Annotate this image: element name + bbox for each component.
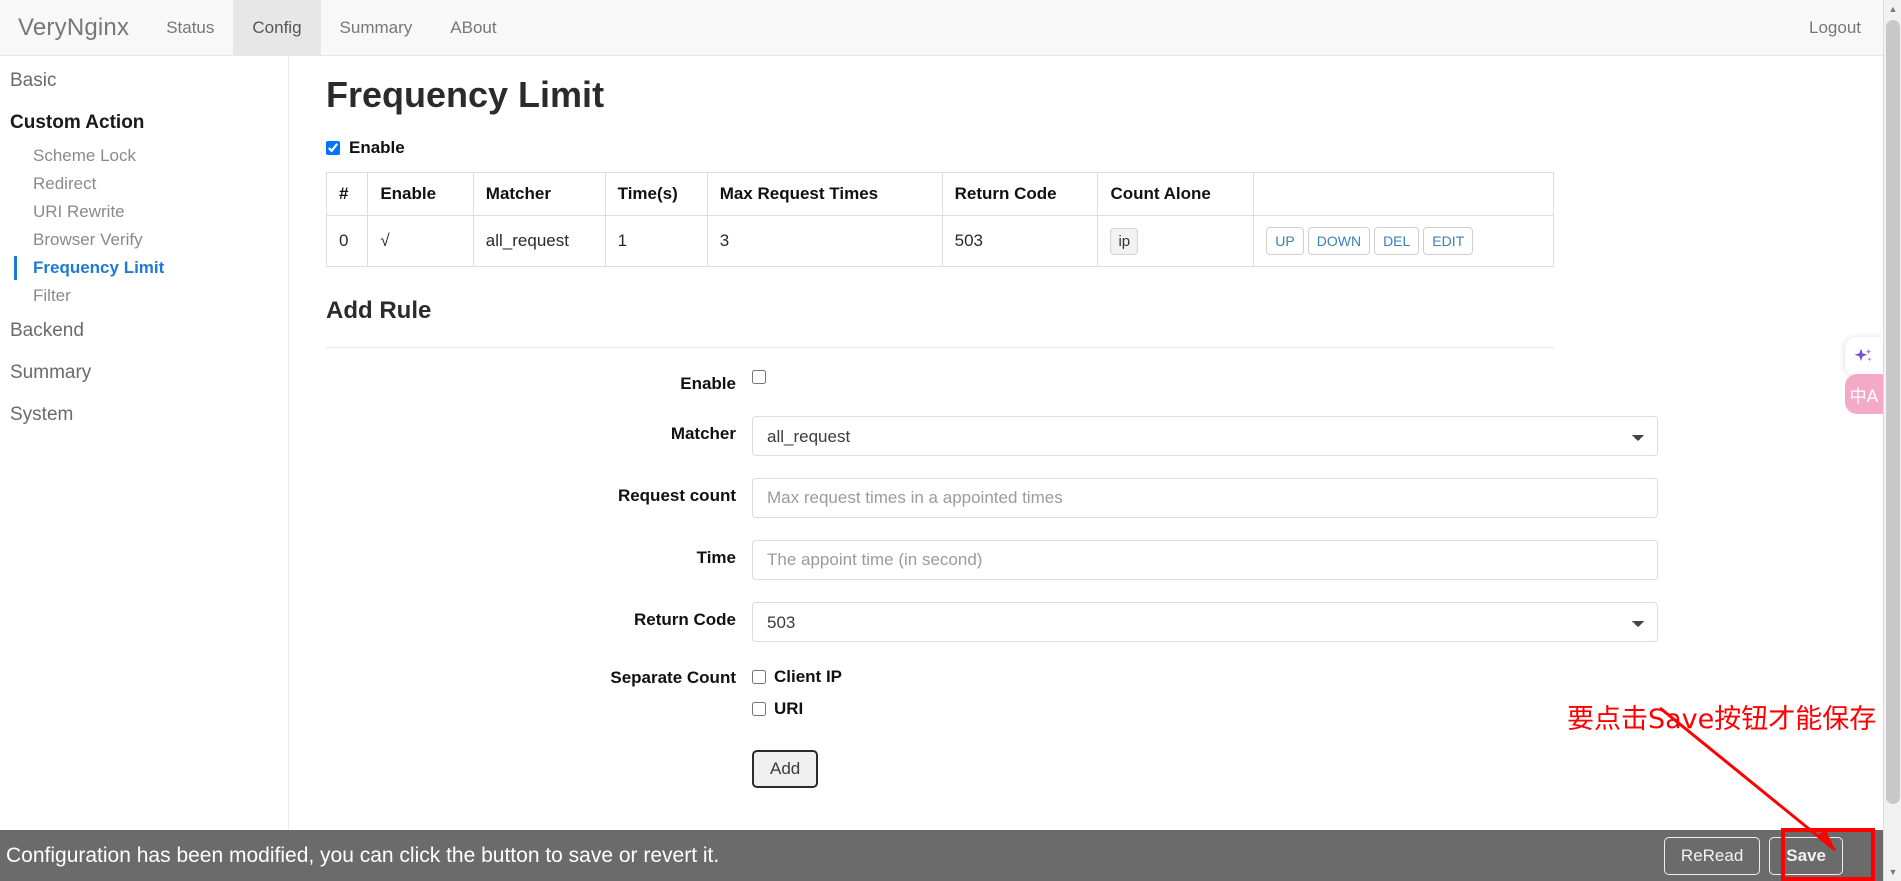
separate-count-client-ip-label: Client IP [774,667,843,686]
row-action-group: UP DOWN DEL EDIT [1266,227,1541,255]
sidebar-item-system[interactable]: System [0,394,288,436]
row-down-button[interactable]: DOWN [1307,227,1371,255]
sidebar-group-custom-action: Custom Action [10,112,145,133]
request-count-input[interactable] [752,478,1658,518]
label-matcher: Matcher [670,424,736,443]
sidebar: Basic Custom Action Scheme Lock Redirect… [0,56,289,881]
annotation-highlight-box [1781,828,1875,881]
floating-widgets: 中A [1845,337,1883,414]
form-row-request-count: Request count [290,478,1865,518]
th-return-code: Return Code [941,172,1099,216]
nav-item-status[interactable]: Status [147,0,233,55]
control-return-code: 503 [752,602,1658,642]
cell-matcher: all_request [472,215,606,267]
label-enable: Enable [680,374,736,393]
th-enable: Enable [367,172,474,216]
th-index: # [325,172,369,216]
table-header-row: # Enable Matcher Time(s) Max Request Tim… [325,172,1554,216]
cell-actions: UP DOWN DEL EDIT [1253,215,1554,267]
sidebar-item-scheme-lock[interactable]: Scheme Lock [0,142,288,170]
row-up-button[interactable]: UP [1266,227,1304,255]
ai-assistant-button[interactable] [1845,337,1883,377]
count-alone-ip-badge: ip [1110,227,1139,255]
table-row: 0 √ all_request 1 3 503 ip UP DOWN DEL E… [325,215,1554,267]
translate-button[interactable]: 中A [1845,374,1883,414]
form-row-matcher: Matcher all_request [290,416,1865,456]
time-input[interactable] [752,540,1658,580]
cell-return-code: 503 [941,215,1099,267]
control-time [752,540,1658,580]
rules-table-body: 0 √ all_request 1 3 503 ip UP DOWN DEL E… [325,215,1554,267]
sidebar-item-redirect[interactable]: Redirect [0,170,288,198]
page-scrollbar[interactable]: ▲ ▼ [1883,0,1901,881]
label-request-count: Request count [617,486,736,505]
matcher-select[interactable]: all_request [752,416,1658,456]
sidebar-item-frequency-limit[interactable]: Frequency Limit [0,254,288,282]
label-add-spacer [290,750,752,758]
sidebar-item-summary[interactable]: Summary [0,352,288,394]
brand-logo[interactable]: VeryNginx [0,0,147,55]
sidebar-item-basic[interactable]: Basic [0,60,288,102]
th-actions [1253,172,1554,216]
row-edit-button[interactable]: EDIT [1423,227,1474,255]
module-enable-label: Enable [349,138,405,157]
cell-time: 1 [604,215,708,267]
add-rule-title: Add Rule [326,297,432,324]
separate-count-uri-label: URI [774,699,804,718]
rules-table: # Enable Matcher Time(s) Max Request Tim… [325,172,1554,267]
scrollbar-thumb[interactable] [1886,20,1900,804]
return-code-select[interactable]: 503 [752,602,1658,642]
separate-count-client-ip-row: Client IP [752,664,1658,690]
scroll-down-arrow-icon[interactable]: ▼ [1884,863,1901,881]
sidebar-item-filter[interactable]: Filter [0,282,288,310]
scroll-up-arrow-icon[interactable]: ▲ [1884,0,1901,18]
sidebar-item-browser-verify[interactable]: Browser Verify [0,226,288,254]
form-row-return-code: Return Code 503 [290,602,1865,642]
cell-max-request: 3 [706,215,943,267]
row-del-button[interactable]: DEL [1374,227,1420,255]
nav-item-about[interactable]: ABout [431,0,515,55]
label-separate-count: Separate Count [610,668,736,687]
control-add-button: Add [752,750,1658,788]
nav-item-summary[interactable]: Summary [321,0,432,55]
th-matcher: Matcher [472,172,606,216]
label-return-code: Return Code [634,610,736,629]
cell-enable-check: √ [367,215,474,267]
status-message: Configuration has been modified, you can… [6,843,720,867]
control-matcher: all_request [752,416,1658,456]
separate-count-uri-row: URI [752,696,1658,722]
th-time: Time(s) [604,172,708,216]
add-button[interactable]: Add [752,750,819,788]
sidebar-item-uri-rewrite[interactable]: URI Rewrite [0,198,288,226]
sidebar-item-backend[interactable]: Backend [0,310,288,352]
form-row-enable: Enable [290,370,1865,394]
form-enable-checkbox[interactable] [752,370,766,384]
module-enable-row: Enable [326,138,1865,158]
separate-count-uri-checkbox[interactable] [752,702,766,716]
cell-index: 0 [325,215,369,267]
control-separate-count: Client IP URI [752,664,1658,728]
module-enable-checkbox[interactable] [326,141,340,155]
sparkle-icon [1854,348,1872,362]
page-title: Frequency Limit [326,74,605,115]
navbar-right: Logout [1787,0,1883,55]
label-time: Time [696,548,736,567]
th-max-request: Max Request Times [706,172,943,216]
form-row-time: Time [290,540,1865,580]
top-navbar: VeryNginx Status Config Summary ABout Lo… [0,0,1883,56]
cell-count-alone: ip [1097,215,1255,267]
rules-table-head: # Enable Matcher Time(s) Max Request Tim… [325,172,1554,216]
separate-count-client-ip-checkbox[interactable] [752,670,766,684]
control-enable [752,370,1658,389]
nav-item-config[interactable]: Config [233,0,321,55]
control-request-count [752,478,1658,518]
th-count-alone: Count Alone [1097,172,1255,216]
translate-icon: 中A [1849,386,1879,407]
section-divider [326,347,1554,348]
logout-link[interactable]: Logout [1787,18,1883,38]
